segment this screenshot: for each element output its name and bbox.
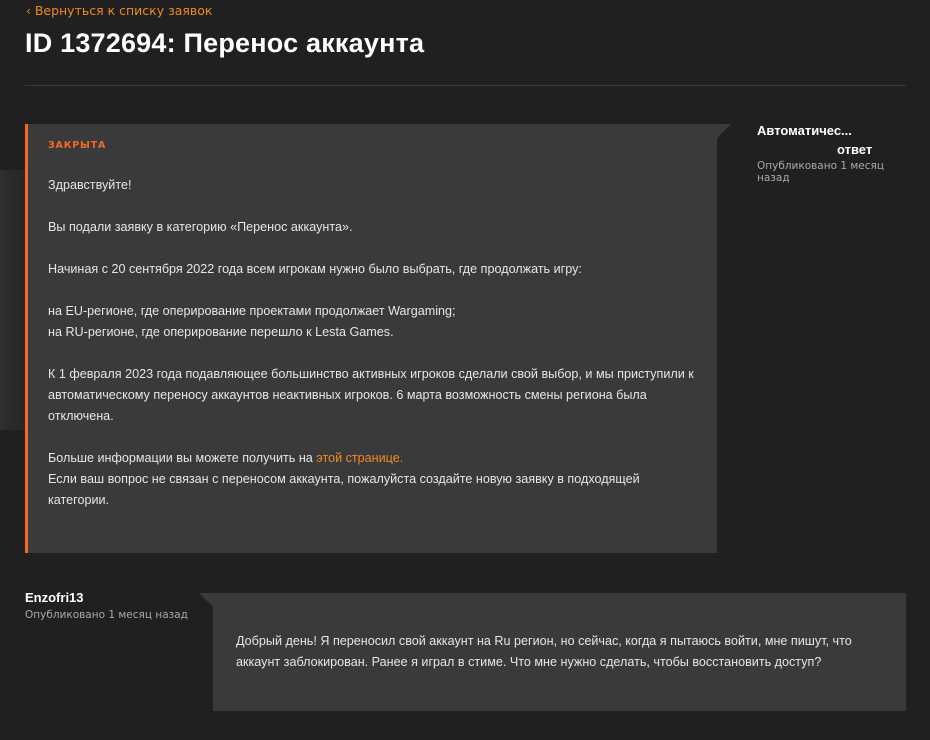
greeting-text: Здравствуйте! (48, 178, 132, 192)
paragraph-regions: на EU-регионе, где оперирование проектам… (48, 301, 697, 343)
paragraph-category: Вы подали заявку в категорию «Перенос ак… (48, 220, 353, 234)
user-published-time: Опубликовано 1 месяц назад (25, 609, 188, 621)
new-request-note: Если ваш вопрос не связан с переносом ак… (48, 472, 640, 507)
paragraph-transfer: К 1 февраля 2023 года подавляющее больши… (48, 367, 694, 423)
user-author: Enzofri13 Опубликовано 1 месяц назад (25, 590, 188, 621)
user-message-text: Добрый день! Я переносил свой аккаунт на… (236, 634, 852, 669)
user-message-card: Добрый день! Я переносил свой аккаунт на… (199, 593, 906, 711)
info-page-link[interactable]: этой странице. (316, 451, 403, 465)
author-name-line2: ответ (837, 142, 873, 157)
paragraph-more-info: Больше информации вы можете получить на … (48, 448, 697, 511)
header-divider (25, 85, 906, 86)
back-to-requests-link[interactable]: ‹ Вернуться к списку заявок (26, 3, 212, 18)
more-info-prefix: Больше информации вы можете получить на (48, 451, 317, 465)
back-link-label: Вернуться к списку заявок (34, 3, 213, 18)
page-title: ID 1372694: Перенос аккаунта (25, 28, 425, 58)
author-name: Автоматичес... ответ (757, 121, 907, 159)
auto-reply-text: Здравствуйте! Вы подали заявку в категор… (48, 175, 697, 511)
status-badge: ЗАКРЫТА (48, 140, 107, 151)
chevron-left-icon: ‹ (26, 3, 31, 18)
user-name: Enzofri13 (25, 590, 84, 605)
author-name-line1: Автоматичес... (757, 123, 852, 138)
auto-reply-author: Автоматичес... ответ Опубликовано 1 меся… (757, 121, 907, 184)
auto-reply-card: ЗАКРЫТА Здравствуйте! Вы подали заявку в… (25, 124, 731, 553)
paragraph-choice: Начиная с 20 сентября 2022 года всем игр… (48, 262, 582, 276)
published-time: Опубликовано 1 месяц назад (757, 160, 885, 184)
region-ru-line: на RU-регионе, где оперирование перешло … (48, 325, 394, 339)
region-eu-line: на EU-регионе, где оперирование проектам… (48, 304, 456, 318)
